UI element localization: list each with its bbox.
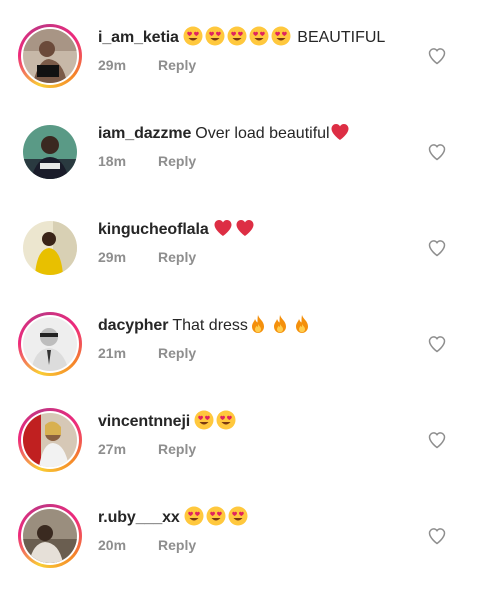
- reply-button[interactable]: Reply: [158, 537, 196, 553]
- comment-username[interactable]: vincentnneji: [98, 413, 190, 430]
- reply-button[interactable]: Reply: [158, 345, 196, 361]
- like-heart-icon[interactable]: [427, 526, 447, 546]
- like-heart-icon[interactable]: [427, 142, 447, 162]
- avatar[interactable]: [23, 413, 77, 467]
- avatar[interactable]: [23, 29, 77, 83]
- avatar-story-ring[interactable]: [18, 312, 82, 376]
- like-heart-icon[interactable]: [427, 430, 447, 450]
- heart-eyes-emoji-icon: [271, 26, 291, 46]
- red-heart-emoji-icon: [213, 218, 233, 238]
- comment-meta: 29m Reply: [98, 248, 196, 266]
- heart-eyes-emoji-icon: [227, 26, 247, 46]
- comment-text: kingucheoflala: [98, 218, 257, 242]
- comment-item: i_am_ketia BEAUTIFUL 29m Reply: [0, 24, 480, 120]
- comment-meta: 20m Reply: [98, 536, 196, 554]
- reply-button[interactable]: Reply: [158, 57, 196, 73]
- comment-meta: 18m Reply: [98, 152, 196, 170]
- comment-timestamp: 27m: [98, 441, 127, 457]
- avatar[interactable]: [23, 221, 77, 275]
- comment-username[interactable]: dacypher: [98, 317, 168, 334]
- comments-list: i_am_ketia BEAUTIFUL 29m Reply iam_dazzme…: [0, 0, 480, 573]
- comment-text: iam_dazzme Over load beautiful: [98, 122, 352, 146]
- comment-text: i_am_ketia BEAUTIFUL: [98, 26, 385, 50]
- comment-username[interactable]: i_am_ketia: [98, 29, 179, 46]
- comment-timestamp: 29m: [98, 249, 127, 265]
- heart-eyes-emoji-icon: [206, 506, 226, 526]
- avatar[interactable]: [23, 125, 77, 179]
- comment-body: BEAUTIFUL: [292, 29, 386, 46]
- like-heart-icon[interactable]: [427, 46, 447, 66]
- comment-text: r.uby___xx: [98, 506, 250, 530]
- heart-eyes-emoji-icon: [183, 26, 203, 46]
- avatar[interactable]: [23, 317, 77, 371]
- comment-text: vincentnneji: [98, 410, 238, 434]
- avatar-story-ring[interactable]: [18, 504, 82, 568]
- comment-item: vincentnneji 27m Reply: [0, 408, 480, 504]
- fire-emoji-icon: [248, 314, 268, 334]
- reply-button[interactable]: Reply: [158, 153, 196, 169]
- heart-eyes-emoji-icon: [184, 506, 204, 526]
- comment-username[interactable]: r.uby___xx: [98, 509, 180, 526]
- heart-eyes-emoji-icon: [249, 26, 269, 46]
- comment-body: That dress: [172, 317, 248, 334]
- comment-username[interactable]: iam_dazzme: [98, 125, 191, 142]
- comment-timestamp: 29m: [98, 57, 127, 73]
- avatar-story-ring[interactable]: [18, 408, 82, 472]
- like-heart-icon[interactable]: [427, 334, 447, 354]
- avatar[interactable]: [23, 509, 77, 563]
- heart-eyes-emoji-icon: [216, 410, 236, 430]
- reply-button[interactable]: Reply: [158, 249, 196, 265]
- comment-meta: 21m Reply: [98, 344, 196, 362]
- fire-emoji-icon: [292, 314, 312, 334]
- comment-timestamp: 20m: [98, 537, 127, 553]
- heart-eyes-emoji-icon: [194, 410, 214, 430]
- heart-eyes-emoji-icon: [205, 26, 225, 46]
- comment-item: r.uby___xx 20m Reply: [0, 504, 480, 600]
- avatar-container[interactable]: [18, 216, 82, 280]
- fire-emoji-icon: [270, 314, 290, 334]
- comment-timestamp: 18m: [98, 153, 127, 169]
- comment-meta: 29m Reply: [98, 56, 196, 74]
- like-heart-icon[interactable]: [427, 238, 447, 258]
- red-heart-emoji-icon: [330, 122, 350, 142]
- reply-button[interactable]: Reply: [158, 441, 196, 457]
- comment-timestamp: 21m: [98, 345, 127, 361]
- comment-text: dacypher That dress: [98, 314, 314, 338]
- comment-body: Over load beautiful: [195, 125, 330, 142]
- comment-meta: 27m Reply: [98, 440, 196, 458]
- red-heart-emoji-icon: [235, 218, 255, 238]
- comment-username[interactable]: kingucheoflala: [98, 221, 209, 238]
- comment-item: dacypher That dress 21m Reply: [0, 312, 480, 408]
- heart-eyes-emoji-icon: [228, 506, 248, 526]
- comment-item: iam_dazzme Over load beautiful 18m Reply: [0, 120, 480, 216]
- avatar-container[interactable]: [18, 120, 82, 184]
- avatar-story-ring[interactable]: [18, 24, 82, 88]
- comment-item: kingucheoflala 29m Reply: [0, 216, 480, 312]
